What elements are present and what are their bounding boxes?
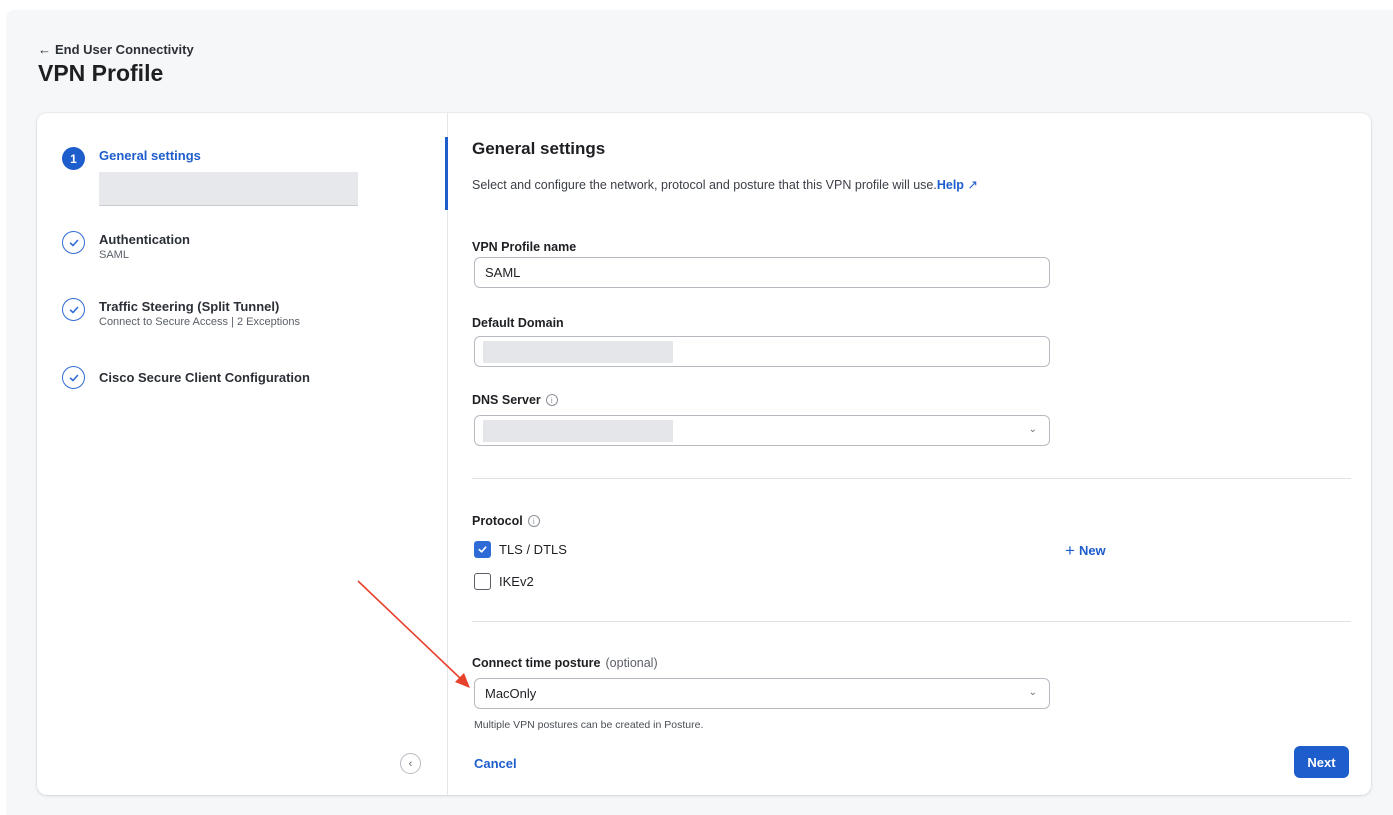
step-redacted-summary bbox=[99, 172, 358, 206]
new-label: New bbox=[1078, 543, 1106, 558]
wizard-card: 1 General settings Authentication SAML T… bbox=[37, 113, 1371, 795]
step-number-badge: 1 bbox=[62, 147, 85, 170]
redacted-value bbox=[483, 419, 673, 442]
protocol-ikev2[interactable]: IKEv2 bbox=[474, 573, 534, 590]
dns-server-select[interactable]: ⌄ bbox=[474, 415, 1050, 446]
step-title: Traffic Steering (Split Tunnel) bbox=[99, 299, 280, 314]
back-link-label: End User Connectivity bbox=[55, 42, 194, 57]
step-subtitle: Connect to Secure Access | 2 Exceptions bbox=[99, 316, 300, 328]
general-settings-form: General settings Select and configure th… bbox=[472, 113, 1352, 795]
step-title: Cisco Secure Client Configuration bbox=[99, 370, 310, 385]
new-dns-server-button[interactable]: + New bbox=[1065, 541, 1106, 560]
external-link-icon: ↗ bbox=[967, 178, 978, 192]
protocol-label-text: Protocol bbox=[472, 514, 523, 528]
posture-label-text: Connect time posture bbox=[472, 656, 601, 670]
chevron-left-icon: ‹ bbox=[408, 757, 413, 770]
step-cisco-secure-client[interactable]: Cisco Secure Client Configuration bbox=[62, 366, 310, 389]
checkbox-label: IKEv2 bbox=[499, 574, 534, 589]
chevron-down-icon: ⌄ bbox=[1028, 687, 1037, 698]
check-circle-icon bbox=[62, 298, 85, 321]
dns-server-label: DNS Server i bbox=[472, 393, 558, 407]
default-domain-input[interactable] bbox=[474, 336, 1050, 367]
info-icon[interactable]: i bbox=[545, 394, 558, 406]
wizard-stepper: 1 General settings Authentication SAML T… bbox=[37, 113, 448, 795]
active-section-indicator bbox=[445, 137, 448, 210]
step-title: General settings bbox=[99, 148, 201, 163]
arrow-left-icon: ← bbox=[38, 42, 51, 57]
check-circle-icon bbox=[62, 231, 85, 254]
dns-server-label-text: DNS Server bbox=[472, 393, 541, 407]
next-button[interactable]: Next bbox=[1294, 746, 1349, 778]
step-title: Authentication bbox=[99, 232, 190, 247]
step-traffic-steering[interactable]: Traffic Steering (Split Tunnel) Connect … bbox=[62, 298, 300, 329]
description-text: Select and configure the network, protoc… bbox=[472, 178, 937, 192]
page-title: VPN Profile bbox=[38, 60, 164, 86]
back-link[interactable]: ← End User Connectivity bbox=[38, 42, 194, 57]
posture-label: Connect time posture (optional) bbox=[472, 656, 658, 670]
chevron-down-icon: ⌄ bbox=[1028, 424, 1037, 435]
redacted-value bbox=[483, 340, 673, 363]
checkbox-unchecked[interactable] bbox=[474, 573, 491, 590]
step-subtitle: SAML bbox=[99, 249, 129, 261]
profile-name-input[interactable]: SAML bbox=[474, 257, 1050, 288]
optional-tag: (optional) bbox=[605, 656, 658, 670]
info-icon[interactable]: i bbox=[527, 515, 540, 527]
section-description: Select and configure the network, protoc… bbox=[472, 177, 978, 192]
checkbox-label: TLS / DTLS bbox=[499, 542, 567, 557]
profile-name-label: VPN Profile name bbox=[472, 240, 577, 254]
posture-select-value: MacOnly bbox=[485, 686, 537, 701]
step-authentication[interactable]: Authentication SAML bbox=[62, 231, 190, 262]
section-title: General settings bbox=[472, 139, 606, 158]
posture-hint: Multiple VPN postures can be created in … bbox=[474, 719, 704, 731]
divider bbox=[472, 621, 1351, 622]
step-general-settings[interactable]: 1 General settings bbox=[62, 147, 358, 206]
help-link-label: Help bbox=[936, 178, 964, 192]
collapse-sidebar-button[interactable]: ‹ bbox=[400, 753, 421, 774]
plus-icon: + bbox=[1065, 541, 1075, 560]
posture-select[interactable]: MacOnly ⌄ bbox=[474, 678, 1050, 709]
protocol-tls-dtls[interactable]: TLS / DTLS bbox=[474, 541, 567, 558]
checkbox-checked[interactable] bbox=[474, 541, 491, 558]
check-icon bbox=[478, 546, 487, 553]
default-domain-label: Default Domain bbox=[472, 316, 564, 330]
protocol-label: Protocol i bbox=[472, 514, 540, 528]
cancel-button[interactable]: Cancel bbox=[474, 756, 517, 771]
check-circle-icon bbox=[62, 366, 85, 389]
help-link[interactable]: Help ↗ bbox=[937, 178, 978, 192]
divider bbox=[472, 478, 1351, 479]
